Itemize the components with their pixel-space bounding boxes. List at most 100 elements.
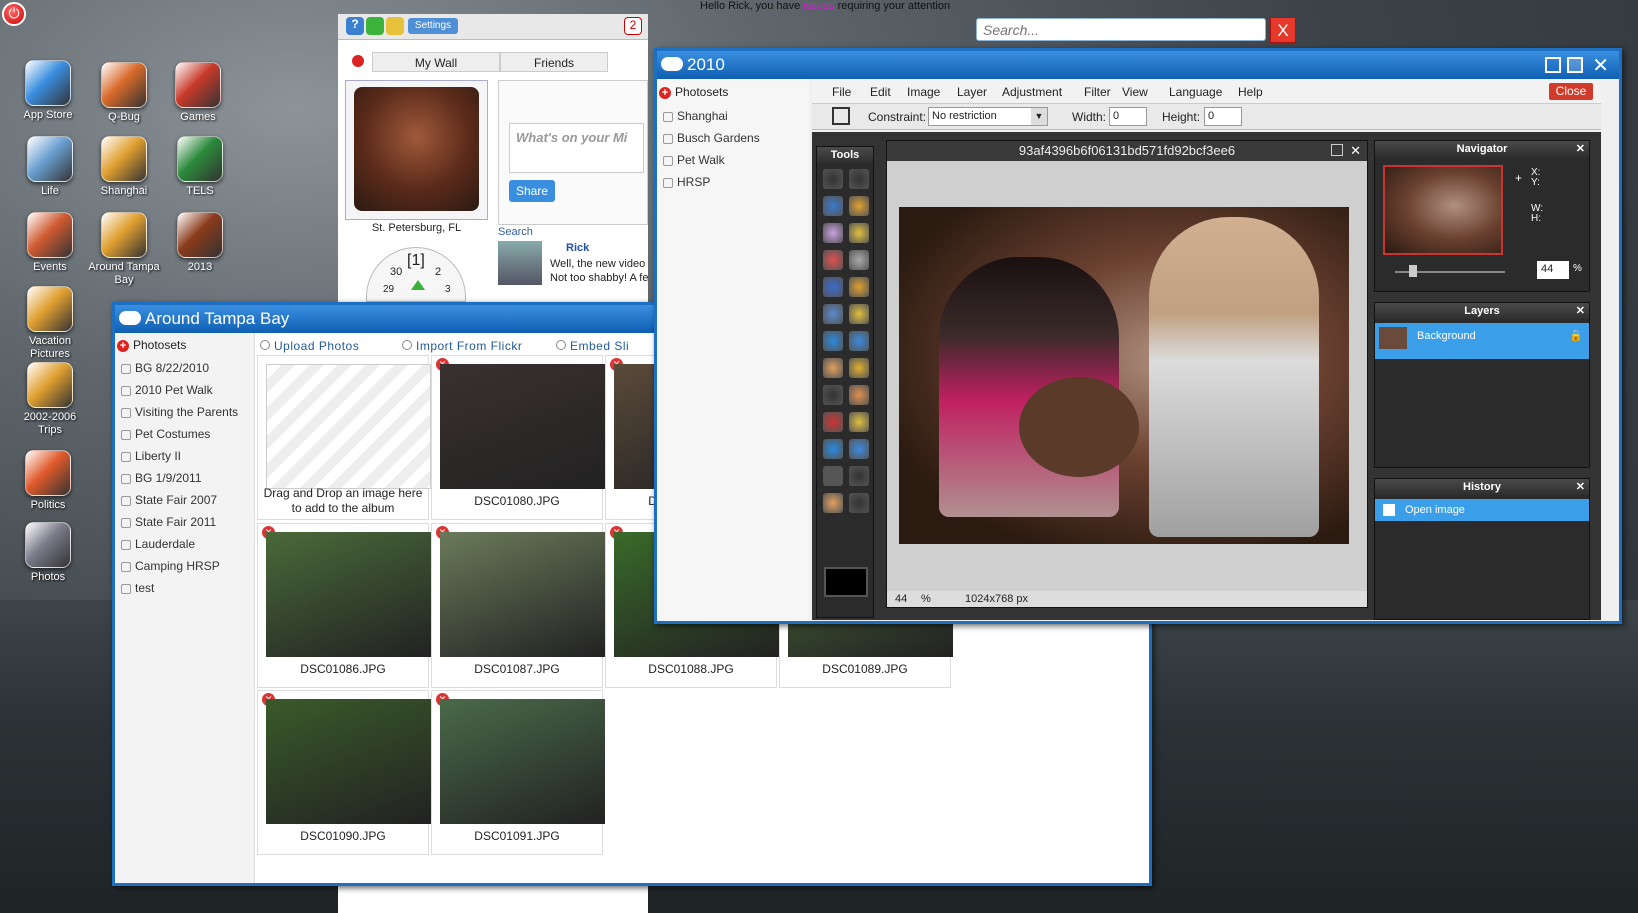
status-input[interactable]: What's on your Mi: [509, 123, 644, 173]
post-author[interactable]: Rick: [566, 242, 589, 254]
tool-icon[interactable]: [849, 493, 869, 513]
share-button[interactable]: Share: [509, 180, 555, 202]
settings-button[interactable]: Settings: [408, 18, 458, 34]
menu-item[interactable]: File: [832, 85, 851, 99]
tool-icon[interactable]: [849, 223, 869, 243]
tool-icon[interactable]: [823, 439, 843, 459]
tool-icon[interactable]: [849, 466, 869, 486]
edited-photo[interactable]: [899, 207, 1349, 544]
profile-picture[interactable]: [345, 80, 488, 220]
album-option[interactable]: Import From Flickr: [402, 339, 522, 353]
close-icon[interactable]: ✕: [1576, 141, 1585, 157]
menu-item[interactable]: Language: [1169, 85, 1222, 99]
album-item[interactable]: test: [115, 577, 254, 599]
zoom-value[interactable]: 44: [895, 591, 907, 607]
tab-my-wall[interactable]: My Wall: [372, 52, 500, 72]
constraint-select[interactable]: No restriction ▼: [928, 107, 1048, 126]
photosets-header[interactable]: + Photosets: [657, 79, 809, 105]
album-item[interactable]: Liberty II: [115, 445, 254, 467]
desktop-icon-11[interactable]: Politics: [12, 450, 84, 512]
desktop-icon-10[interactable]: 2002-2006 Trips: [14, 362, 86, 437]
menu-item[interactable]: Adjustment: [1002, 85, 1062, 99]
tool-icon[interactable]: [849, 169, 869, 189]
album-option[interactable]: Embed Sli: [556, 339, 629, 353]
tool-icon[interactable]: [849, 358, 869, 378]
notification-badge[interactable]: 2: [624, 17, 642, 35]
add-icon[interactable]: [352, 55, 364, 67]
album-item[interactable]: State Fair 2007: [115, 489, 254, 511]
editor-close-button[interactable]: Close: [1549, 83, 1593, 100]
tab-friends[interactable]: Friends: [500, 52, 608, 72]
desktop-icon-12[interactable]: Photos: [12, 522, 84, 584]
desktop-icon-1[interactable]: Q-Bug: [88, 62, 160, 124]
tool-icon[interactable]: [849, 385, 869, 405]
close-icon[interactable]: ✕: [1350, 141, 1361, 161]
menu-item[interactable]: Layer: [957, 85, 987, 99]
album-item[interactable]: Camping HRSP: [115, 555, 254, 577]
tool-icon[interactable]: [823, 169, 843, 189]
menu-item[interactable]: Filter: [1084, 85, 1111, 99]
tool-icon[interactable]: [849, 196, 869, 216]
desktop-icon-2[interactable]: Games: [162, 62, 234, 124]
tool-icon[interactable]: [849, 277, 869, 297]
drop-zone[interactable]: Drag and Drop an image here to add to the…: [257, 355, 431, 520]
search-input[interactable]: [976, 18, 1266, 41]
tool-icon[interactable]: [823, 250, 843, 270]
desktop-icon-9[interactable]: Vacation Pictures: [14, 286, 86, 361]
photosets-header[interactable]: + Photosets: [115, 333, 254, 357]
zoom-slider[interactable]: [1395, 265, 1505, 277]
close-icon[interactable]: ✕: [1576, 303, 1585, 319]
add-photoset-icon[interactable]: +: [117, 340, 129, 352]
album-item[interactable]: Pet Costumes: [115, 423, 254, 445]
album-item[interactable]: Pet Walk: [657, 149, 809, 171]
tool-icon[interactable]: [823, 466, 843, 486]
album-option[interactable]: Upload Photos: [260, 339, 359, 353]
history-item[interactable]: Open image: [1375, 499, 1589, 521]
zoom-slider-thumb[interactable]: [1409, 265, 1417, 277]
tool-icon[interactable]: [823, 223, 843, 243]
help-icon[interactable]: ?: [346, 17, 364, 35]
power-icon[interactable]: ⏻: [2, 2, 26, 26]
add-photoset-icon[interactable]: +: [659, 87, 671, 99]
desktop-icon-4[interactable]: Shanghai: [88, 136, 160, 198]
photo-thumb[interactable]: ✕DSC01086.JPG: [257, 523, 431, 688]
tool-icon[interactable]: [823, 385, 843, 405]
album-item[interactable]: BG 1/9/2011: [115, 467, 254, 489]
photo-thumb[interactable]: ✕DSC01080.JPG: [431, 355, 605, 520]
editor-window-titlebar[interactable]: 2010 ✕: [657, 51, 1619, 79]
album-item[interactable]: HRSP: [657, 171, 809, 193]
refresh-icon[interactable]: [366, 17, 384, 35]
tool-icon[interactable]: [849, 412, 869, 432]
tool-icon[interactable]: [823, 277, 843, 297]
height-input[interactable]: 0: [1204, 107, 1242, 126]
menu-item[interactable]: Image: [907, 85, 940, 99]
photo-thumb[interactable]: ✕DSC01090.JPG: [257, 690, 431, 855]
post-avatar[interactable]: [498, 241, 542, 285]
menu-item[interactable]: Help: [1238, 85, 1263, 99]
album-item[interactable]: State Fair 2011: [115, 511, 254, 533]
crop-icon[interactable]: [832, 107, 850, 125]
chevron-down-icon[interactable]: ▼: [1031, 108, 1047, 125]
maximize-icon[interactable]: [1331, 144, 1343, 156]
tool-icon[interactable]: [849, 304, 869, 324]
close-window-icon[interactable]: ✕: [1592, 52, 1609, 80]
tool-icon[interactable]: [823, 358, 843, 378]
desktop-icon-8[interactable]: 2013: [164, 212, 236, 274]
minimize-icon[interactable]: [1545, 57, 1561, 73]
width-input[interactable]: 0: [1109, 107, 1147, 126]
tool-icon[interactable]: [823, 412, 843, 432]
album-item[interactable]: Busch Gardens: [657, 127, 809, 149]
issues-link[interactable]: issues: [803, 0, 834, 12]
album-item[interactable]: 2010 Pet Walk: [115, 379, 254, 401]
layer-background-row[interactable]: Background 🔒: [1375, 323, 1589, 359]
color-swatch[interactable]: [824, 567, 868, 597]
tool-icon[interactable]: [849, 439, 869, 459]
up-arrow-icon[interactable]: [411, 280, 425, 290]
close-icon[interactable]: ✕: [1576, 479, 1585, 495]
navigator-zoom-input[interactable]: 44: [1537, 261, 1569, 279]
pencil-icon[interactable]: [386, 17, 404, 35]
album-item[interactable]: Lauderdale: [115, 533, 254, 555]
desktop-icon-0[interactable]: App Store: [12, 60, 84, 122]
navigator-thumbnail[interactable]: [1383, 165, 1503, 255]
tool-icon[interactable]: [823, 493, 843, 513]
